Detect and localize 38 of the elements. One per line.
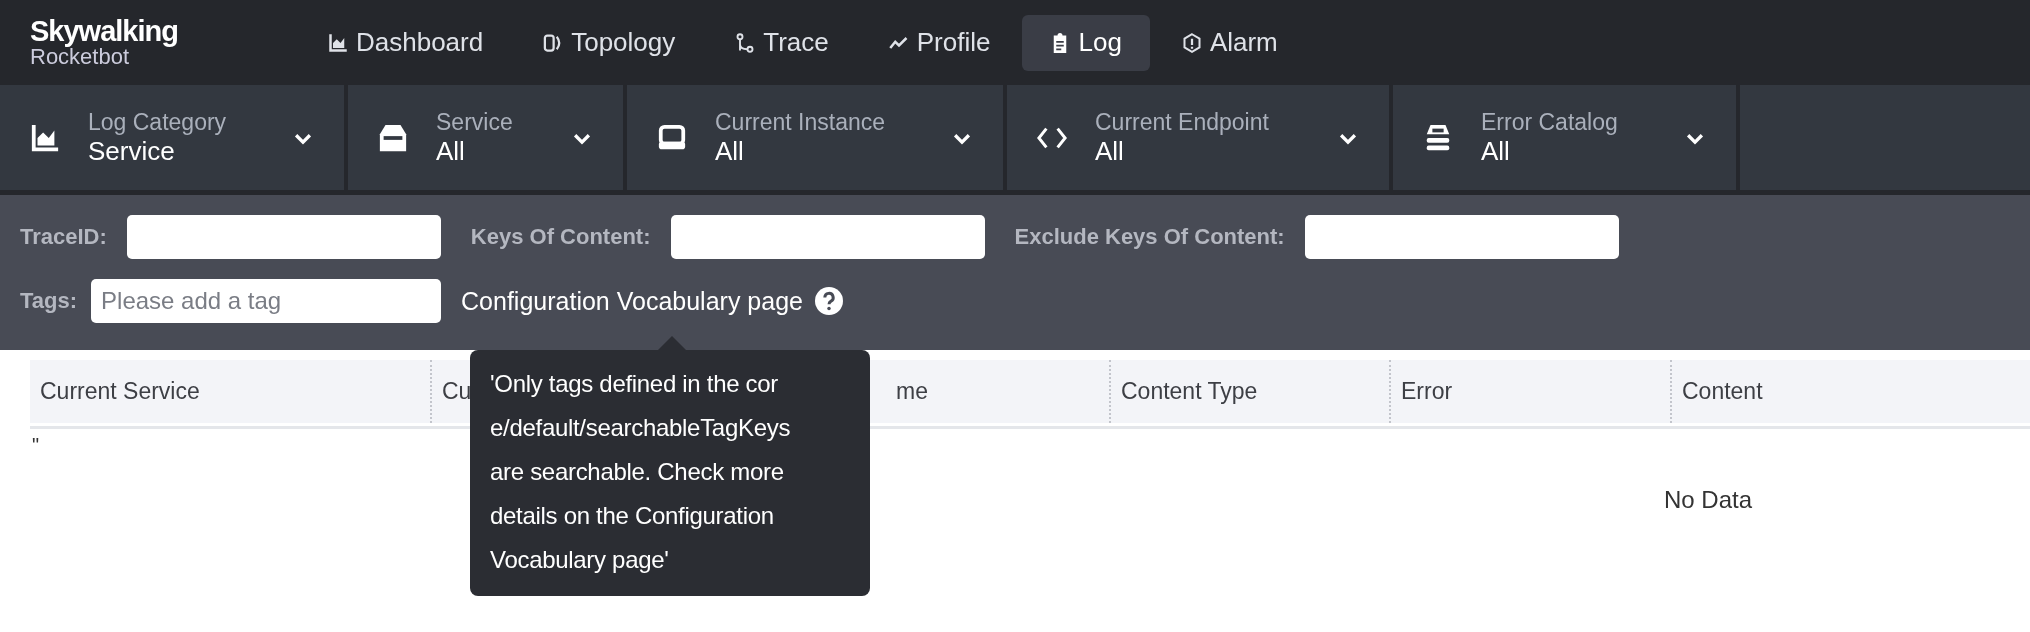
chart-icon xyxy=(30,122,60,153)
column-header: me xyxy=(896,378,928,405)
column-header: Cu xyxy=(442,378,472,405)
empty-message: No Data xyxy=(1664,486,1753,514)
selector-dropdown[interactable]: Service All xyxy=(348,85,627,190)
input-field[interactable] xyxy=(126,215,441,259)
tag-input-field[interactable]: Please add a tag xyxy=(91,279,442,323)
column-header: Content xyxy=(1682,378,1763,405)
tooltip: 'Only tags defined in the cor e/default/searchableTagKeys are searchable. Check more details on the Configuration Vocabulary page' xyxy=(470,350,870,596)
nav-tab[interactable]: Alarm xyxy=(1153,14,1306,71)
logo-title: Skywalking xyxy=(30,17,179,46)
quote-mark: " xyxy=(32,434,40,457)
selector-dropdown[interactable]: Current Instance All xyxy=(627,85,1007,190)
column-header: Current Service xyxy=(40,378,200,405)
selector-dropdown[interactable]: Current Endpoint All xyxy=(1007,85,1393,190)
vocabulary-text: Configuration Vocabulary page xyxy=(461,286,803,316)
help-icon[interactable] xyxy=(814,287,843,315)
column-header: Error xyxy=(1401,378,1453,405)
alert-icon xyxy=(1181,32,1202,53)
input-field[interactable] xyxy=(1304,215,1619,259)
nav-tab[interactable]: Log xyxy=(1022,14,1150,71)
box-icon xyxy=(378,122,408,153)
selector-dropdown[interactable]: Log Category Service xyxy=(0,85,348,190)
chart-icon xyxy=(328,32,348,53)
nav-tab[interactable]: Dashboard xyxy=(300,14,512,71)
field-label: Keys Of Content: xyxy=(470,224,651,250)
nav-tab[interactable]: Topology xyxy=(515,14,704,71)
field-label: Tags: xyxy=(20,288,78,314)
input-field[interactable] xyxy=(670,215,985,259)
selector-dropdown[interactable]: Error Catalog All xyxy=(1393,85,1740,190)
field-label: TraceID: xyxy=(20,224,107,250)
nav-tab[interactable]: Trace xyxy=(707,14,857,71)
branch-icon xyxy=(735,32,756,53)
field-label: Exclude Keys Of Content: xyxy=(1014,224,1285,250)
column-header: Content Type xyxy=(1121,378,1258,405)
logo-subtitle: Rocketbot xyxy=(30,46,130,68)
tooltip-pointer xyxy=(658,336,686,350)
nav-tab[interactable]: Profile xyxy=(860,14,1019,71)
